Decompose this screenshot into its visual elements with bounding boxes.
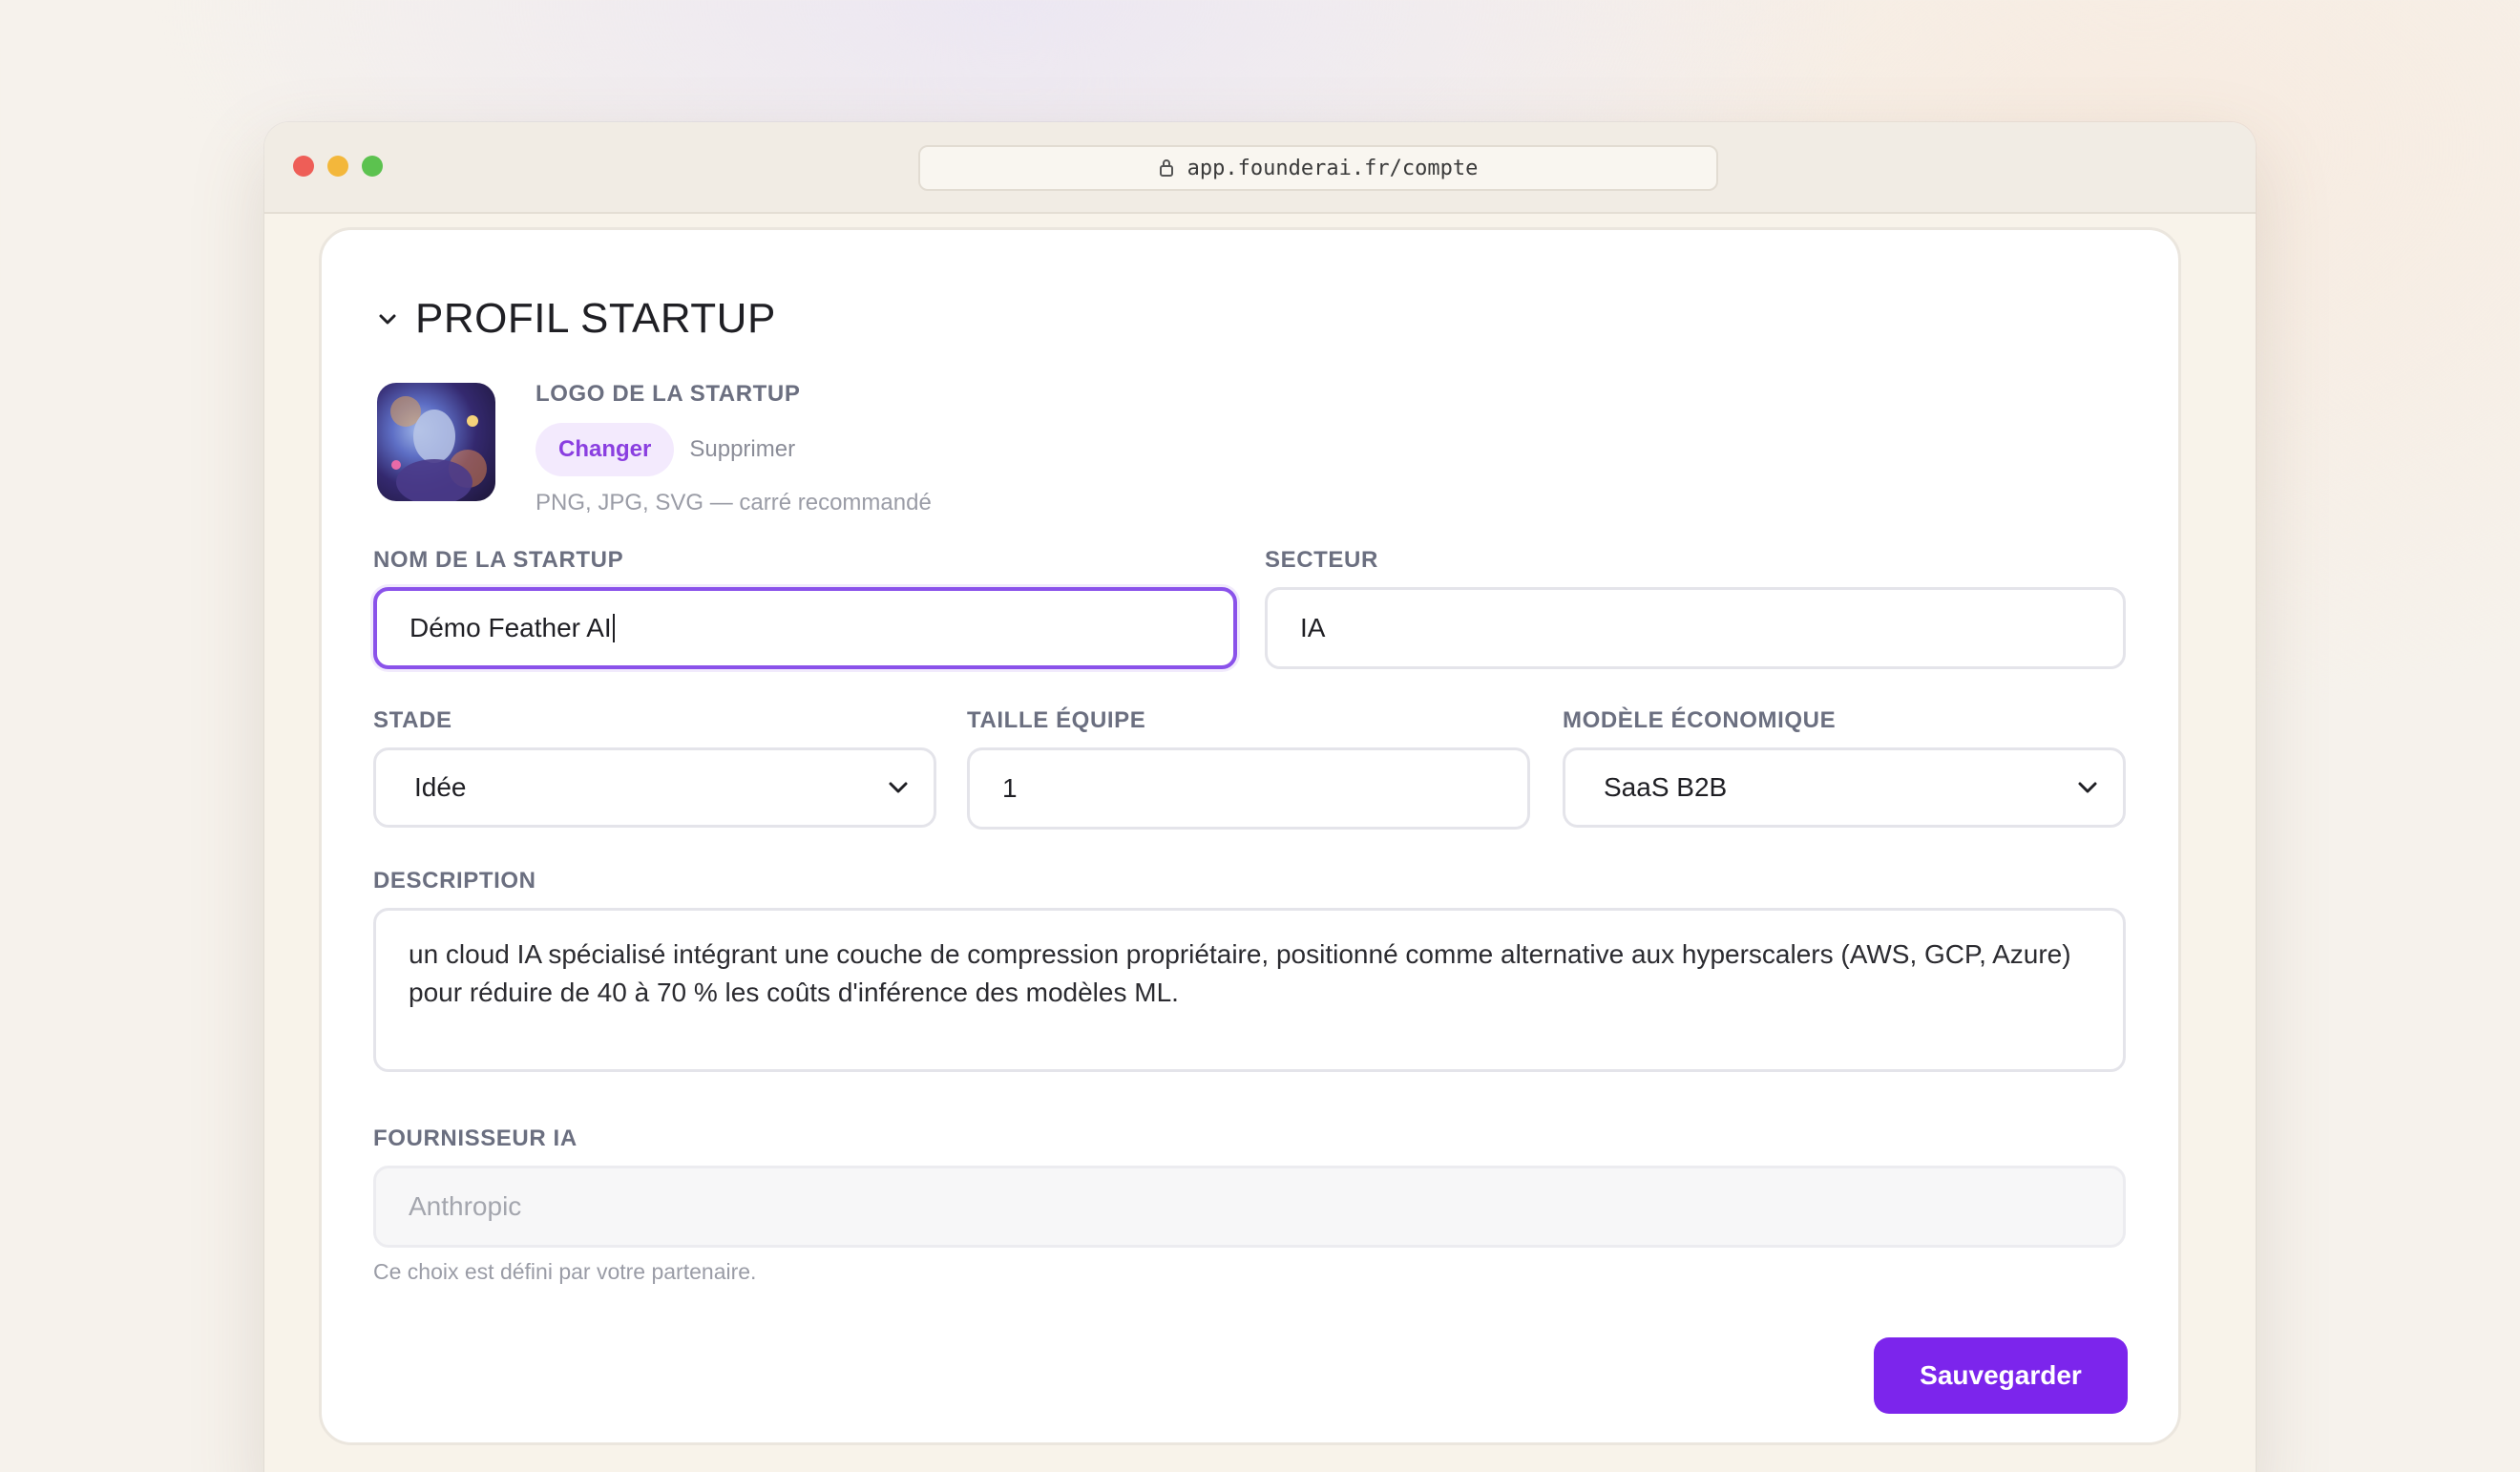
ai-provider-input: Anthropic bbox=[373, 1166, 2126, 1248]
stage-select[interactable]: Idée bbox=[373, 747, 936, 828]
business-model-label: MODÈLE ÉCONOMIQUE bbox=[1563, 707, 1837, 733]
change-logo-button[interactable]: Changer bbox=[536, 423, 675, 476]
remove-logo-button[interactable]: Supprimer bbox=[689, 436, 795, 463]
lock-icon bbox=[1159, 159, 1173, 177]
url-text: app.founderai.fr/compte bbox=[1186, 156, 1479, 180]
maximize-window-button[interactable] bbox=[362, 156, 383, 177]
browser-titlebar: app.founderai.fr/compte bbox=[264, 122, 2256, 214]
logo-label: LOGO DE LA STARTUP bbox=[536, 381, 801, 407]
business-model-field: MODÈLE ÉCONOMIQUE SaaS B2B bbox=[1563, 707, 2126, 828]
ai-provider-help: Ce choix est défini par votre partenaire… bbox=[373, 1259, 757, 1284]
address-bar[interactable]: app.founderai.fr/compte bbox=[918, 145, 1718, 191]
stage-value: Idée bbox=[414, 772, 467, 802]
section-title: PROFIL STARTUP bbox=[415, 295, 776, 342]
sector-field: SECTEUR IA bbox=[1265, 547, 2126, 669]
startup-name-field: NOM DE LA STARTUP Démo Feather AI bbox=[373, 547, 1237, 669]
logo-illustration bbox=[390, 396, 487, 501]
logo-actions: Changer Supprimer bbox=[536, 423, 932, 476]
team-size-value: 1 bbox=[1002, 773, 1018, 803]
description-label: DESCRIPTION bbox=[373, 868, 536, 894]
close-window-button[interactable] bbox=[293, 156, 314, 177]
sector-label: SECTEUR bbox=[1265, 547, 1378, 573]
business-model-select[interactable]: SaaS B2B bbox=[1563, 747, 2126, 828]
sector-value: IA bbox=[1300, 613, 1326, 642]
chevron-down-icon bbox=[889, 782, 908, 793]
startup-profile-card: PROFIL STARTUP LOGO DE LA STARTUP Change… bbox=[319, 227, 2181, 1445]
stage-field: STADE Idée bbox=[373, 707, 936, 828]
description-field: DESCRIPTION un cloud IA spécialisé intég… bbox=[373, 868, 2126, 1072]
description-textarea[interactable]: un cloud IA spécialisé intégrant une cou… bbox=[373, 908, 2126, 1072]
team-size-label: TAILLE ÉQUIPE bbox=[967, 707, 1146, 733]
text-caret bbox=[612, 614, 615, 642]
browser-window: app.founderai.fr/compte PROFIL STARTUP L… bbox=[264, 122, 2256, 1472]
startup-name-label: NOM DE LA STARTUP bbox=[373, 547, 624, 573]
section-header[interactable]: PROFIL STARTUP bbox=[377, 295, 776, 343]
sector-input[interactable]: IA bbox=[1265, 587, 2126, 669]
ai-provider-value: Anthropic bbox=[409, 1191, 522, 1221]
chevron-down-icon bbox=[2078, 782, 2097, 793]
team-size-input[interactable]: 1 bbox=[967, 747, 1530, 830]
startup-name-value: Démo Feather AI bbox=[410, 613, 612, 642]
team-size-field: TAILLE ÉQUIPE 1 bbox=[967, 707, 1530, 830]
startup-logo-image bbox=[377, 383, 495, 501]
minimize-window-button[interactable] bbox=[327, 156, 348, 177]
save-button[interactable]: Sauvegarder bbox=[1874, 1337, 2128, 1414]
stage-label: STADE bbox=[373, 707, 452, 733]
startup-name-input[interactable]: Démo Feather AI bbox=[373, 587, 1237, 669]
logo-hint: PNG, JPG, SVG — carré recommandé bbox=[536, 490, 932, 515]
logo-controls: LOGO DE LA STARTUP Changer Supprimer PNG… bbox=[536, 381, 932, 516]
chevron-down-icon[interactable] bbox=[377, 308, 398, 329]
business-model-value: SaaS B2B bbox=[1604, 772, 1728, 802]
ai-provider-label: FOURNISSEUR IA bbox=[373, 1125, 578, 1151]
ai-provider-field: FOURNISSEUR IA Anthropic Ce choix est dé… bbox=[373, 1125, 2126, 1285]
